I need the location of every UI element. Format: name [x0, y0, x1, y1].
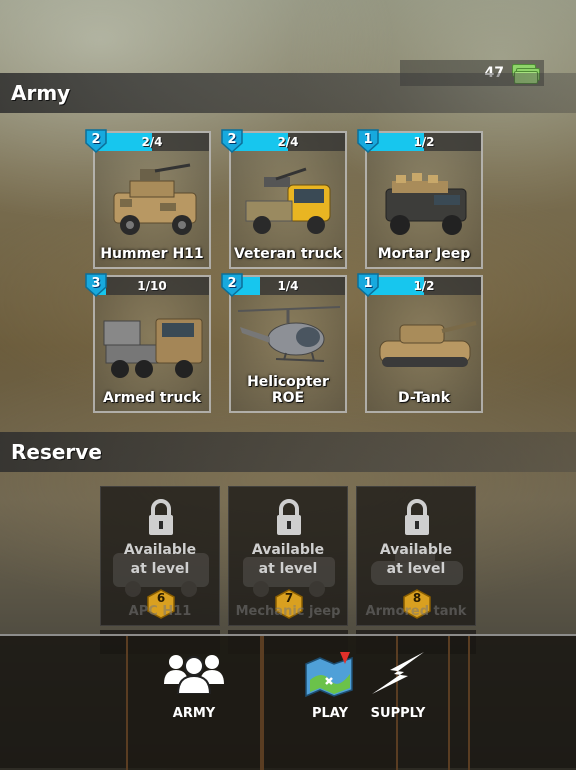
ghost-vehicle-name: Armored tank	[365, 604, 467, 619]
level-number: 2	[91, 132, 101, 147]
level-badge: 1	[357, 273, 379, 297]
reserve-title: Reserve	[11, 440, 102, 464]
card-progress-bar: 2/4	[95, 133, 209, 151]
required-level: 7	[284, 591, 294, 605]
pickup-truck-icon	[245, 167, 331, 234]
level-badge: 2	[221, 273, 243, 297]
card-name: Hummer H11	[100, 246, 204, 262]
card-name: Mortar Jeep	[377, 246, 471, 262]
level-number: 2	[227, 276, 237, 291]
army-group-icon	[164, 655, 224, 694]
required-level: 6	[156, 591, 166, 605]
level-badge: 3	[85, 273, 107, 297]
card-count: 1/10	[137, 279, 167, 293]
lock-icon	[405, 499, 429, 535]
vehicle-card-mortar-jeep[interactable]: 1/2 1 Mortar Jeep	[357, 129, 483, 269]
level-number: 2	[227, 132, 237, 147]
card-progress-bar: 2/4	[231, 133, 345, 151]
card-name: D-Tank	[397, 390, 451, 406]
card-count: 1/4	[277, 279, 299, 293]
army-section-header: Army	[0, 73, 576, 113]
army-nav-button[interactable]: ARMY	[126, 636, 262, 770]
reserve-card-locked[interactable]: Available at level 8 Armored tank	[356, 486, 476, 626]
armed-truck-icon	[103, 318, 203, 378]
card-name: Veteran truck	[233, 246, 343, 262]
required-level: 8	[412, 591, 422, 605]
reserve-card-locked[interactable]: Available at level 7 Mechanic jeep	[228, 486, 348, 626]
level-number: 3	[91, 276, 101, 291]
availability-text: Available at level	[251, 542, 325, 577]
tank-icon	[379, 321, 477, 367]
army-title: Army	[11, 81, 71, 105]
card-name: Helicopter ROE	[247, 374, 329, 406]
level-number: 1	[363, 276, 373, 291]
availability-text: Available at level	[123, 542, 197, 577]
card-count: 2/4	[141, 135, 163, 149]
lock-icon	[149, 499, 173, 535]
humvee-icon	[113, 163, 197, 235]
reserve-card-locked[interactable]: Available at level 6 APC H11	[100, 486, 220, 626]
card-count: 1/2	[413, 279, 435, 293]
vehicle-card-hummer[interactable]: 2/4 2 Hummer H11	[85, 129, 211, 269]
vehicle-card-armed-truck[interactable]: 1/10 3 Armed truck	[85, 273, 211, 413]
ghost-vehicle-name: Mechanic jeep	[235, 604, 341, 619]
lock-icon	[277, 499, 301, 535]
supply-nav-button[interactable]: SUPPLY	[334, 636, 470, 770]
supply-nav-label: SUPPLY	[370, 706, 426, 721]
lightning-supply-icon	[372, 652, 424, 694]
vehicle-card-helicopter[interactable]: 1/4 2 Helicopter ROE	[221, 273, 347, 413]
card-count: 1/2	[413, 135, 435, 149]
level-badge: 1	[357, 129, 379, 153]
vehicle-card-veteran-truck[interactable]: 2/4 2 Veteran truck	[221, 129, 347, 269]
card-progress-bar: 1/2	[367, 277, 481, 295]
ghost-vehicle-name: APC H11	[128, 604, 192, 619]
card-progress-bar: 1/4	[231, 277, 345, 295]
card-progress-bar: 1/10	[95, 277, 209, 295]
bottom-nav: ARMY PLAY SUPPLY	[0, 634, 576, 770]
reserve-section-header: Reserve	[0, 432, 576, 472]
card-name: Armed truck	[103, 390, 201, 406]
level-badge: 2	[85, 129, 107, 153]
army-nav-label: ARMY	[172, 706, 216, 721]
availability-text: Available at level	[379, 542, 453, 577]
card-count: 2/4	[277, 135, 299, 149]
card-progress-bar: 1/2	[367, 133, 481, 151]
level-number: 1	[363, 132, 373, 147]
jeep-icon	[385, 173, 467, 235]
level-badge: 2	[221, 129, 243, 153]
vehicle-card-d-tank[interactable]: 1/2 1 D-Tank	[357, 273, 483, 413]
